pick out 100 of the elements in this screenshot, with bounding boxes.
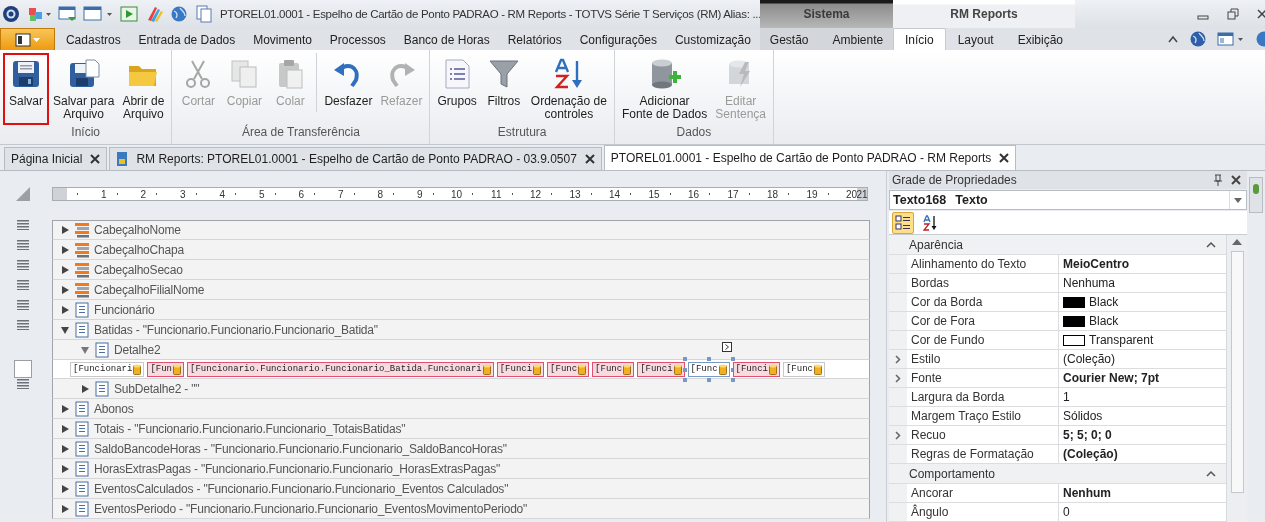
restore-icon[interactable] bbox=[1227, 8, 1239, 20]
expand-arrow-icon[interactable] bbox=[60, 284, 70, 295]
pin-icon[interactable] bbox=[1213, 174, 1223, 187]
expand-arrow-icon[interactable] bbox=[60, 503, 70, 514]
document-tab[interactable]: PTOREL01.0001 - Espelho de Cartão de Ponto PADRAO - RM Reports bbox=[603, 145, 1017, 170]
drag-handle-icon[interactable] bbox=[17, 280, 29, 290]
drag-handle-icon[interactable] bbox=[17, 320, 29, 330]
property-value[interactable]: MeioCentro bbox=[1063, 257, 1129, 271]
band-label[interactable]: SubDetalhe2 - "" bbox=[114, 381, 200, 396]
expand-arrow-icon[interactable] bbox=[60, 244, 70, 255]
document-tab[interactable]: RM Reports: PTOREL01.0001 - Espelho de Cartão de Ponto PADRAO - 03.9.0507 bbox=[109, 147, 602, 170]
sort-az-icon[interactable] bbox=[552, 58, 585, 90]
funnel-icon[interactable] bbox=[487, 58, 520, 90]
close-icon[interactable] bbox=[90, 154, 101, 164]
app-orb-icon[interactable] bbox=[2, 5, 20, 23]
document-tab[interactable]: Página Inicial bbox=[4, 147, 108, 170]
chevron-icon[interactable] bbox=[724, 343, 729, 350]
ribbon-tab[interactable]: Movimento bbox=[248, 28, 317, 50]
object-selector[interactable]: Texto168 Texto bbox=[889, 190, 1247, 211]
ribbon-tab[interactable]: Relatórios bbox=[502, 28, 567, 50]
application-menu-button[interactable] bbox=[0, 28, 55, 50]
drag-handle-icon[interactable] bbox=[17, 240, 29, 250]
monitor-icon[interactable] bbox=[58, 5, 76, 23]
expand-arrow-icon[interactable] bbox=[60, 304, 70, 315]
report-text-field[interactable]: [Funci bbox=[732, 361, 780, 377]
drag-handle-icon[interactable] bbox=[17, 300, 29, 310]
ribbon-button[interactable]: Desfazer bbox=[320, 53, 377, 112]
layout-caret-icon[interactable] bbox=[1217, 31, 1245, 47]
expand-arrow-icon[interactable] bbox=[60, 443, 70, 454]
floppy-disk-document-icon[interactable] bbox=[67, 58, 100, 90]
expand-arrow-icon[interactable] bbox=[60, 403, 70, 414]
ribbon-tab[interactable]: Início bbox=[892, 28, 946, 50]
report-text-field[interactable]: [Func bbox=[592, 361, 635, 377]
property-value[interactable]: 5; 5; 0; 0 bbox=[1063, 428, 1112, 442]
ribbon-button[interactable]: Grupos bbox=[433, 53, 481, 125]
ribbon-button[interactable]: Abrir de Arquivo bbox=[118, 53, 169, 125]
report-text-field[interactable]: [Funcionario.Funcionario.Funcionario_Batida.Funcionari bbox=[187, 361, 494, 377]
ribbon-tab[interactable]: Processos bbox=[324, 28, 391, 50]
drag-handle-icon[interactable] bbox=[17, 220, 29, 230]
ribbon-tab[interactable]: Cadastros bbox=[60, 28, 126, 50]
property-value[interactable]: (Coleção) bbox=[1063, 352, 1116, 366]
property-value[interactable]: Transparent bbox=[1089, 333, 1154, 347]
color-pencils-icon[interactable] bbox=[145, 5, 163, 23]
ribbon-button[interactable]: Filtros bbox=[480, 53, 527, 125]
collapse-arrow-icon[interactable] bbox=[80, 344, 90, 355]
expand-arrow-icon[interactable] bbox=[60, 423, 70, 434]
band-label[interactable]: Funcionário bbox=[94, 302, 155, 317]
expand-arrow-icon[interactable] bbox=[60, 225, 70, 235]
ribbon-tab[interactable]: Banco de Horas bbox=[398, 28, 495, 50]
band-label[interactable]: CabeçalhoNome bbox=[94, 223, 181, 237]
globe-icon[interactable] bbox=[170, 5, 188, 23]
property-value[interactable]: Black bbox=[1089, 295, 1119, 309]
expand-arrow-icon[interactable] bbox=[60, 264, 70, 275]
ribbon-button[interactable]: Adicionar Fonte de Dados bbox=[617, 53, 712, 125]
collapse-chevron-icon[interactable] bbox=[1206, 470, 1216, 477]
ribbon-button[interactable]: Salvar para Arquivo bbox=[49, 53, 119, 125]
scroll-up-icon[interactable] bbox=[1232, 239, 1242, 245]
band-label[interactable]: CabeçalhoChapa bbox=[94, 242, 184, 257]
property-value[interactable]: Nenhuma bbox=[1063, 276, 1116, 290]
ribbon-tab[interactable]: Exibição bbox=[1005, 28, 1076, 50]
cubes-icon[interactable] bbox=[27, 5, 51, 23]
expand-chevron-icon[interactable] bbox=[895, 430, 901, 440]
collapse-arrow-icon[interactable] bbox=[60, 324, 70, 335]
expand-arrow-icon[interactable] bbox=[60, 483, 70, 494]
globe-icon[interactable] bbox=[1255, 30, 1265, 48]
scrollbar-thumb[interactable] bbox=[1230, 251, 1244, 493]
ribbon-tab[interactable]: Gestão bbox=[757, 28, 821, 50]
collapse-chevron-icon[interactable] bbox=[1206, 241, 1216, 248]
collapse-ribbon-icon[interactable] bbox=[1167, 34, 1179, 44]
window-icon[interactable] bbox=[83, 5, 113, 23]
ribbon-button[interactable]: Ordenação de controles bbox=[526, 53, 611, 125]
expand-arrow-icon[interactable] bbox=[60, 463, 70, 474]
drag-handle-icon[interactable] bbox=[17, 260, 29, 270]
property-value[interactable]: Courier New; 7pt bbox=[1063, 371, 1159, 385]
close-icon[interactable] bbox=[999, 153, 1010, 163]
close-icon[interactable] bbox=[584, 154, 595, 164]
ribbon-tab[interactable]: Customização bbox=[669, 28, 756, 50]
band-label[interactable]: Detalhe2 bbox=[114, 342, 161, 357]
globe-icon[interactable] bbox=[1189, 30, 1207, 48]
property-value[interactable]: Sólidos bbox=[1063, 409, 1103, 423]
property-value[interactable]: 0 bbox=[1063, 505, 1070, 519]
ribbon-tab[interactable]: Entrada de Dados bbox=[133, 28, 241, 50]
report-text-field[interactable]: [Func bbox=[547, 361, 590, 377]
report-text-field[interactable]: [Funci bbox=[496, 361, 545, 377]
drag-handle-icon[interactable] bbox=[17, 379, 29, 389]
categorized-view-button[interactable] bbox=[892, 211, 914, 234]
close-icon[interactable] bbox=[1231, 175, 1241, 186]
band-label[interactable]: CabeçalhoFilialNome bbox=[94, 282, 205, 297]
property-value[interactable]: Black bbox=[1089, 314, 1119, 328]
selector-square-icon[interactable] bbox=[14, 360, 32, 378]
report-text-field[interactable]: [Funcionari bbox=[70, 361, 145, 377]
close-icon[interactable] bbox=[1257, 8, 1265, 20]
report-text-field[interactable]: [Fun bbox=[147, 361, 185, 377]
report-text-field[interactable]: [Func bbox=[782, 361, 825, 377]
property-value[interactable]: (Coleção) bbox=[1063, 447, 1118, 461]
property-value[interactable]: 1 bbox=[1063, 390, 1070, 404]
ribbon-tab[interactable]: Configurações bbox=[574, 28, 663, 50]
band-label[interactable]: Abonos bbox=[94, 401, 134, 416]
band-label[interactable]: CabeçalhoSecao bbox=[94, 262, 183, 277]
ribbon-tab[interactable]: Layout bbox=[945, 28, 1006, 50]
